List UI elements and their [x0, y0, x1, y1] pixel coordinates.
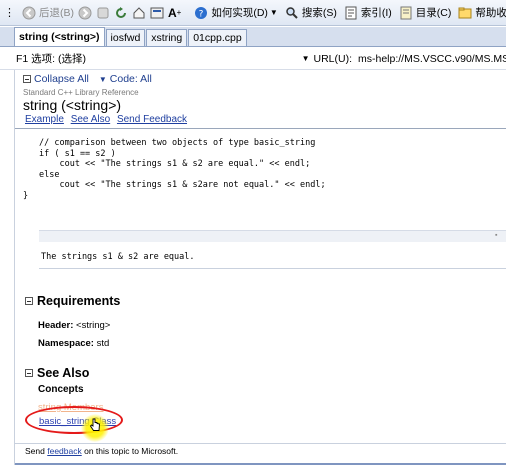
- back-arrow-icon: [21, 5, 37, 21]
- hand-cursor-icon: [89, 418, 101, 435]
- see-also-heading[interactable]: See Also: [25, 366, 89, 380]
- how-do-i-icon: ?: [193, 5, 209, 21]
- header-value: <string>: [76, 320, 111, 331]
- sync-contents-icon[interactable]: [150, 5, 164, 21]
- collapse-section-icon: [25, 369, 33, 377]
- contents-button[interactable]: 目录(C): [394, 3, 454, 23]
- contents-label: 目录(C): [415, 7, 452, 19]
- f1-options-dropdown-icon[interactable]: ▼: [302, 54, 310, 63]
- index-label: 索引(I): [360, 7, 392, 19]
- how-do-i-dropdown-icon[interactable]: ▼: [270, 8, 278, 17]
- forward-icon[interactable]: [78, 5, 92, 21]
- namespace-value: std: [96, 338, 110, 349]
- search-icon: [284, 5, 300, 21]
- requirements-heading-label: Requirements: [37, 294, 121, 308]
- example-link[interactable]: Example: [25, 114, 64, 125]
- code-sample: // comparison between two objects of typ…: [23, 138, 499, 210]
- concepts-label: Concepts: [38, 384, 84, 395]
- url-bar: F1 选项: (选择) ▼ URL(U): ms-help://MS.VSCC.…: [0, 48, 506, 70]
- help-favorites-button[interactable]: 帮助收藏夹(P): [453, 3, 506, 23]
- back-button[interactable]: 后退(B): [17, 3, 76, 23]
- collapse-all-button[interactable]: Collapse All: [23, 73, 89, 85]
- see-also-heading-label: See Also: [37, 366, 90, 380]
- contents-icon: [398, 5, 414, 21]
- refresh-icon[interactable]: [114, 5, 128, 21]
- tab-01cpp[interactable]: 01cpp.cpp: [188, 29, 247, 46]
- header-field: Header: <string>: [38, 320, 110, 331]
- output-separator: ▪: [39, 230, 506, 242]
- code-line: // comparison between two objects of typ…: [39, 138, 316, 148]
- back-button-label: 后退(B): [39, 7, 74, 19]
- feedback-link[interactable]: feedback: [47, 446, 82, 456]
- stop-icon[interactable]: [96, 5, 110, 21]
- collapse-section-icon: [25, 297, 33, 305]
- topic-links: Example See Also Send Feedback: [25, 114, 191, 125]
- requirements-heading[interactable]: Requirements: [25, 294, 120, 308]
- grip-icon: ⋮: [4, 7, 15, 19]
- tab-string[interactable]: string (<string>): [14, 27, 105, 46]
- index-button[interactable]: 索引(I): [339, 3, 394, 23]
- output-divider: [39, 268, 506, 269]
- namespace-field: Namespace: std: [38, 338, 109, 349]
- code-line: cout << "The strings s1 & s2are not equa…: [39, 180, 326, 191]
- search-label: 搜索(S): [301, 7, 337, 19]
- header-divider: [15, 128, 506, 129]
- document-tabs: string (<string>) iosfwd xstring 01cpp.c…: [0, 27, 506, 47]
- code-filter-icon: ▼: [98, 74, 107, 84]
- tab-xstring[interactable]: xstring: [146, 29, 188, 46]
- header-label: Header:: [38, 320, 74, 331]
- footer-divider: [15, 443, 506, 444]
- breadcrumb: Standard C++ Library Reference: [23, 88, 139, 97]
- topic-header: Collapse All ▼ Code: All Standard C++ Li…: [15, 70, 506, 125]
- footer-prefix: Send: [25, 446, 45, 456]
- code-line: else: [39, 169, 60, 180]
- page-title: string (<string>): [23, 97, 122, 113]
- namespace-label: Namespace:: [38, 338, 94, 349]
- footer-suffix: on this topic to Microsoft.: [84, 446, 179, 456]
- topic-controls: Collapse All ▼ Code: All: [23, 73, 162, 85]
- favorites-label: 帮助收藏夹(P): [475, 7, 506, 19]
- program-output: The strings s1 & s2 are equal.: [41, 252, 195, 262]
- see-also-link[interactable]: See Also: [71, 114, 110, 125]
- home-icon[interactable]: [132, 5, 146, 21]
- send-feedback-link[interactable]: Send Feedback: [117, 114, 187, 125]
- url-label: URL(U):: [313, 52, 353, 65]
- index-icon: [343, 5, 359, 21]
- tab-iosfwd[interactable]: iosfwd: [105, 29, 146, 46]
- favorites-icon: [457, 5, 473, 21]
- svg-text:?: ?: [199, 9, 204, 19]
- code-filter-button[interactable]: ▼ Code: All: [99, 73, 152, 85]
- copy-icon[interactable]: ▪: [495, 232, 503, 240]
- font-size-plus-glyph: +: [176, 8, 182, 17]
- feedback-footer: Send feedback on this topic to Microsoft…: [25, 446, 178, 456]
- help-toolbar: ⋮ 后退(B) A + ? 如何实现(D) ▼ 搜索(S) 索引(I) 目录(C…: [0, 0, 506, 26]
- how-do-i-label: 如何实现(D): [211, 7, 268, 19]
- search-button[interactable]: 搜索(S): [280, 3, 339, 23]
- font-size-button[interactable]: A +: [166, 3, 183, 23]
- help-content: Collapse All ▼ Code: All Standard C++ Li…: [14, 70, 506, 465]
- collapse-icon: [23, 75, 31, 83]
- collapse-all-label: Collapse All: [34, 73, 89, 85]
- f1-options-label: F1 选项: (选择): [16, 53, 86, 65]
- code-line: }: [23, 190, 29, 201]
- font-size-glyph: A: [168, 5, 177, 20]
- url-field[interactable]: ms-help://MS.VSCC.v90/MS.MSDN: [358, 53, 506, 65]
- code-line: cout << "The strings s1 & s2 are equal."…: [39, 159, 311, 170]
- code-line: if ( s1 == s2 ): [39, 148, 116, 159]
- how-do-i-button[interactable]: ? 如何实现(D) ▼: [189, 3, 280, 23]
- code-filter-label: Code: All: [109, 73, 152, 85]
